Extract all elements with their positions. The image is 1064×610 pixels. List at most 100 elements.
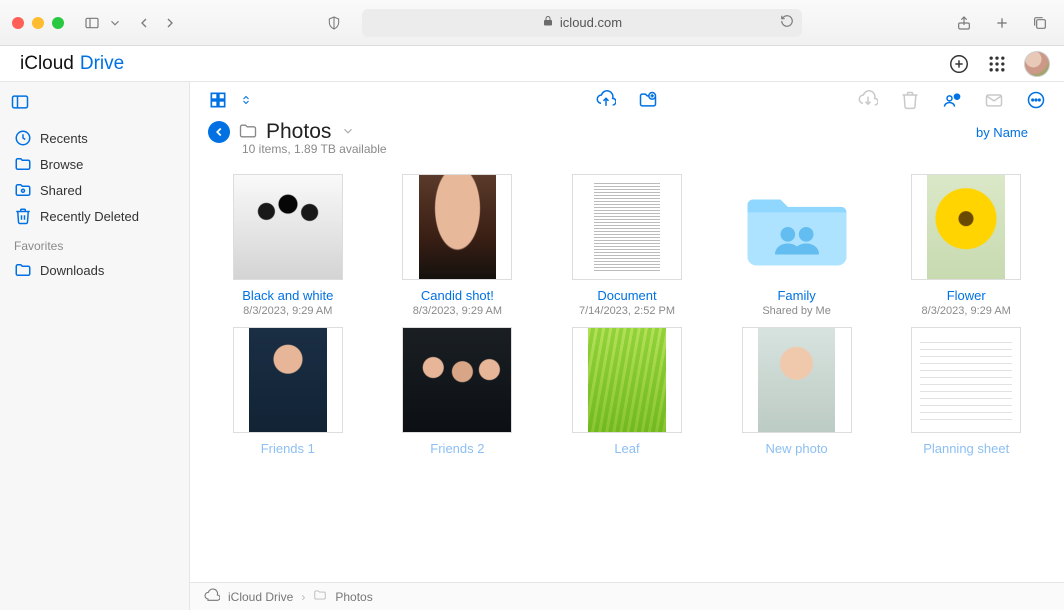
file-name: Candid shot! (421, 288, 494, 303)
minimize-window-button[interactable] (32, 17, 44, 29)
folder-icon (313, 588, 327, 605)
title-row: Photos by Name (190, 118, 1064, 144)
file-thumbnail (402, 174, 512, 280)
view-options-button[interactable] (240, 90, 252, 110)
file-thumbnail (233, 174, 343, 280)
file-meta: 8/3/2023, 9:29 AM (413, 305, 502, 317)
view-grid-button[interactable] (208, 90, 228, 110)
sidebar-item-label: Downloads (40, 263, 104, 278)
file-meta: 7/14/2023, 2:52 PM (579, 305, 675, 317)
file-name: New photo (766, 441, 828, 456)
sidebar-item-downloads[interactable]: Downloads (0, 257, 189, 283)
back-nav-button[interactable] (208, 121, 230, 143)
file-item[interactable]: Document 7/14/2023, 2:52 PM (547, 174, 707, 317)
brand-drive-text: Drive (80, 53, 124, 75)
toolbar: + (190, 82, 1064, 118)
sidebar-item-label: Browse (40, 157, 83, 172)
email-button[interactable] (984, 90, 1004, 110)
page-subtitle: 10 items, 1.89 TB available (190, 142, 1064, 164)
delete-button[interactable] (900, 90, 920, 110)
file-name: Friends 2 (430, 441, 484, 456)
sidebar-toggle-button[interactable] (80, 11, 104, 35)
file-name: Family (777, 288, 815, 303)
file-thumbnail (402, 327, 512, 433)
breadcrumb-current[interactable]: Photos (335, 590, 372, 604)
file-item[interactable]: Friends 1 (208, 327, 368, 458)
content-area: + Photos by Name 10 items, 1.89 TB avail… (190, 82, 1064, 610)
sidebar-item-label: Shared (40, 183, 82, 198)
back-button[interactable] (132, 11, 156, 35)
forward-button[interactable] (158, 11, 182, 35)
sidebar-item-recently-deleted[interactable]: Recently Deleted (0, 203, 189, 229)
address-bar[interactable]: icloud.com (362, 9, 802, 37)
sort-button[interactable]: by Name (976, 125, 1028, 140)
sidebar: Recents Browse Shared Recently Deleted F… (0, 82, 190, 610)
file-name: Flower (947, 288, 986, 303)
sidebar-item-label: Recents (40, 131, 88, 146)
file-item[interactable]: New photo (717, 327, 877, 458)
file-thumbnail (911, 327, 1021, 433)
new-folder-button[interactable] (638, 90, 658, 110)
folder-icon (14, 261, 32, 279)
browser-chrome: icloud.com (0, 0, 1064, 46)
sidebar-item-shared[interactable]: Shared (0, 177, 189, 203)
download-button[interactable] (858, 90, 878, 110)
file-thumbnail (233, 327, 343, 433)
tabs-button[interactable] (1028, 11, 1052, 35)
more-button[interactable] (1026, 90, 1046, 110)
file-meta: 8/3/2023, 9:29 AM (243, 305, 332, 317)
brand-icloud-text: iCloud (20, 53, 74, 75)
file-name: Leaf (614, 441, 639, 456)
window-controls (12, 17, 64, 29)
sidebar-collapse-icon[interactable] (10, 100, 30, 115)
file-thumbnail (572, 327, 682, 433)
shared-folder-icon (14, 181, 32, 199)
account-avatar[interactable] (1024, 51, 1050, 77)
file-name: Document (597, 288, 656, 303)
chevron-right-icon: › (301, 590, 305, 604)
file-item[interactable]: Flower 8/3/2023, 9:29 AM (886, 174, 1046, 317)
trash-icon (14, 207, 32, 225)
file-meta: Shared by Me (762, 305, 830, 317)
folder-icon (14, 155, 32, 173)
file-thumbnail (572, 174, 682, 280)
page-title: Photos (266, 120, 331, 144)
reload-button[interactable] (780, 14, 794, 31)
new-tab-button[interactable] (990, 11, 1014, 35)
file-item[interactable]: Friends 2 (378, 327, 538, 458)
close-window-button[interactable] (12, 17, 24, 29)
clock-icon (14, 129, 32, 147)
file-item[interactable]: Black and white 8/3/2023, 9:29 AM (208, 174, 368, 317)
breadcrumb-root[interactable]: iCloud Drive (228, 590, 293, 604)
maximize-window-button[interactable] (52, 17, 64, 29)
file-name: Planning sheet (923, 441, 1009, 456)
file-grid: Black and white 8/3/2023, 9:29 AM Candid… (190, 164, 1064, 582)
file-meta: 8/3/2023, 9:29 AM (922, 305, 1011, 317)
file-item[interactable]: Family Shared by Me (717, 174, 877, 317)
file-name: Black and white (242, 288, 333, 303)
chevron-down-icon[interactable] (108, 11, 122, 35)
file-name: Friends 1 (261, 441, 315, 456)
file-item[interactable]: Leaf (547, 327, 707, 458)
sidebar-favorites-header: Favorites (0, 229, 189, 257)
chevron-down-icon[interactable] (341, 124, 355, 141)
lock-icon (542, 15, 554, 30)
folder-icon (238, 121, 258, 144)
file-item[interactable]: Candid shot! 8/3/2023, 9:29 AM (378, 174, 538, 317)
app-header: iCloud Drive (0, 46, 1064, 82)
file-thumbnail (742, 327, 852, 433)
collaborate-button[interactable]: + (942, 90, 962, 110)
upload-button[interactable] (596, 90, 616, 110)
file-item[interactable]: Planning sheet (886, 327, 1046, 458)
sidebar-item-recents[interactable]: Recents (0, 125, 189, 151)
add-button[interactable] (948, 53, 970, 75)
brand[interactable]: iCloud Drive (14, 53, 124, 75)
privacy-shield-icon[interactable] (322, 11, 346, 35)
breadcrumb: iCloud Drive › Photos (190, 582, 1064, 610)
app-launcher-button[interactable] (986, 53, 1008, 75)
file-thumbnail (742, 174, 852, 280)
share-button[interactable] (952, 11, 976, 35)
sidebar-item-browse[interactable]: Browse (0, 151, 189, 177)
sidebar-item-label: Recently Deleted (40, 209, 139, 224)
cloud-icon (204, 587, 220, 606)
